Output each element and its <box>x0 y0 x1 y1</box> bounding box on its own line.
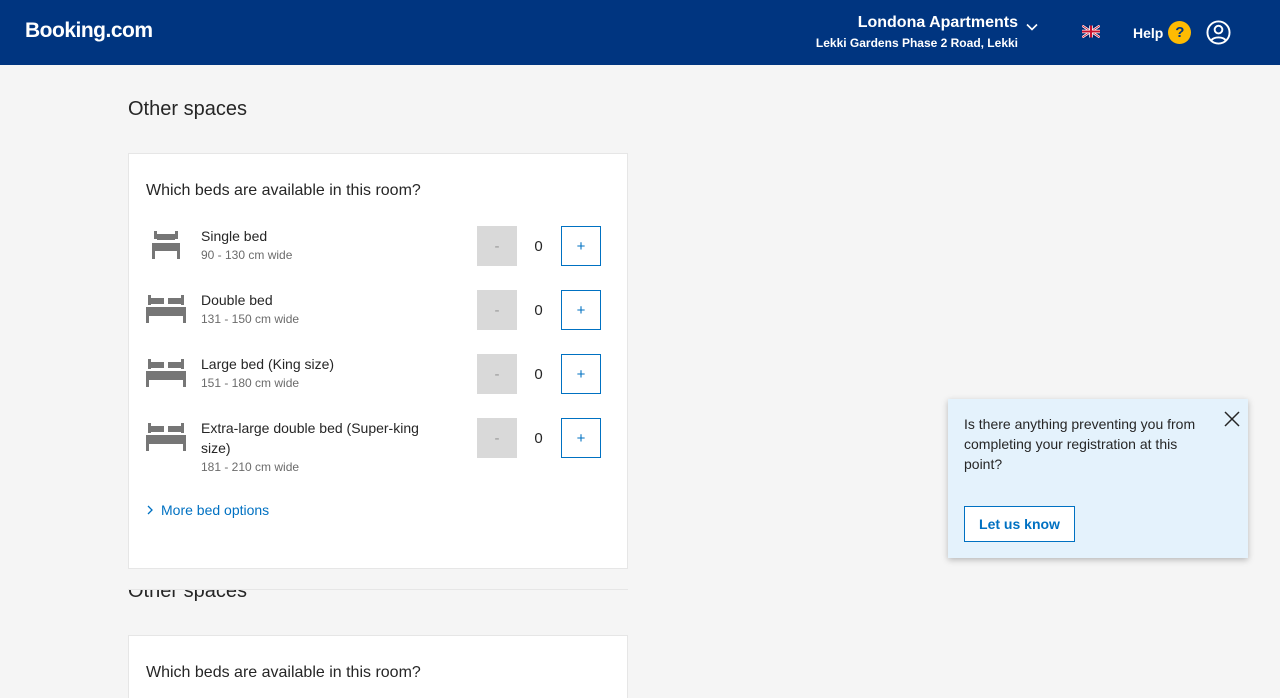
property-address: Lekki Gardens Phase 2 Road, Lekki <box>815 36 1018 50</box>
bed-row-extra-large: Extra-large double bed (Super-king size)… <box>146 418 606 478</box>
help-icon[interactable]: ? <box>1168 21 1192 44</box>
increase-extra-large-bed-button[interactable]: + <box>561 418 601 458</box>
booking-logo[interactable]: Booking.com <box>25 19 153 43</box>
bed-row-single: Single bed 90 - 130 cm wide - 0 + <box>146 226 606 286</box>
large-bed-count: 0 <box>534 366 543 383</box>
more-bed-options-link[interactable]: More bed options <box>146 502 269 518</box>
bed-size: 90 - 130 cm wide <box>201 248 293 262</box>
property-name[interactable]: Londona Apartments <box>816 14 1018 32</box>
single-bed-count: 0 <box>534 238 543 255</box>
bed-row-double: Double bed 131 - 150 cm wide - 0 + <box>146 290 606 350</box>
extra-large-bed-count: 0 <box>534 430 543 447</box>
decrease-large-bed-button[interactable]: - <box>477 354 517 394</box>
bed-name: Extra-large double bed (Super-king size) <box>201 420 419 456</box>
chevron-down-icon[interactable] <box>1026 21 1038 33</box>
large-bed-icon <box>146 359 186 387</box>
sticky-overlay <box>128 569 628 589</box>
double-bed-count: 0 <box>534 302 543 319</box>
increase-single-bed-button[interactable]: + <box>561 226 601 266</box>
bed-size: 131 - 150 cm wide <box>201 312 300 326</box>
decrease-single-bed-button[interactable]: - <box>477 226 517 266</box>
section-title: Other spaces <box>128 98 247 120</box>
feedback-popup: Is there anything preventing you from co… <box>948 399 1248 558</box>
user-account-icon[interactable] <box>1206 20 1231 45</box>
increase-double-bed-button[interactable]: + <box>561 290 601 330</box>
help-link[interactable]: Help ? <box>1133 21 1192 44</box>
section-divider <box>128 589 628 590</box>
beds-card: Which beds are available in this room? S… <box>128 153 628 569</box>
double-bed-icon <box>146 295 186 323</box>
help-label[interactable]: Help <box>1133 25 1163 41</box>
decrease-extra-large-bed-button[interactable]: - <box>477 418 517 458</box>
extra-large-bed-icon <box>146 423 186 451</box>
increase-large-bed-button[interactable]: + <box>561 354 601 394</box>
bed-size: 181 - 210 cm wide <box>201 460 300 474</box>
close-icon[interactable] <box>1223 410 1241 428</box>
beds-question: Which beds are available in this room? <box>146 182 421 199</box>
single-bed-icon <box>152 231 180 259</box>
beds-card: Which beds are available in this room? <box>128 635 628 698</box>
more-bed-options-label[interactable]: More bed options <box>161 502 269 518</box>
bed-name: Single bed <box>201 228 268 244</box>
top-bar: Booking.com Londona Apartments Lekki Gar… <box>0 0 1280 65</box>
bed-size: 151 - 180 cm wide <box>201 376 300 390</box>
bed-name: Double bed <box>201 292 273 308</box>
beds-question: Which beds are available in this room? <box>146 664 421 681</box>
bed-row-large: Large bed (King size) 151 - 180 cm wide … <box>146 354 606 414</box>
decrease-double-bed-button[interactable]: - <box>477 290 517 330</box>
chevron-right-icon <box>147 505 153 515</box>
uk-flag-icon[interactable] <box>1082 25 1100 38</box>
feedback-message: Is there anything preventing you from co… <box>964 416 1196 472</box>
property-selector[interactable]: Londona Apartments Lekki Gardens Phase 2… <box>816 14 1018 50</box>
bed-name: Large bed (King size) <box>201 356 335 372</box>
let-us-know-button[interactable]: Let us know <box>964 506 1075 542</box>
